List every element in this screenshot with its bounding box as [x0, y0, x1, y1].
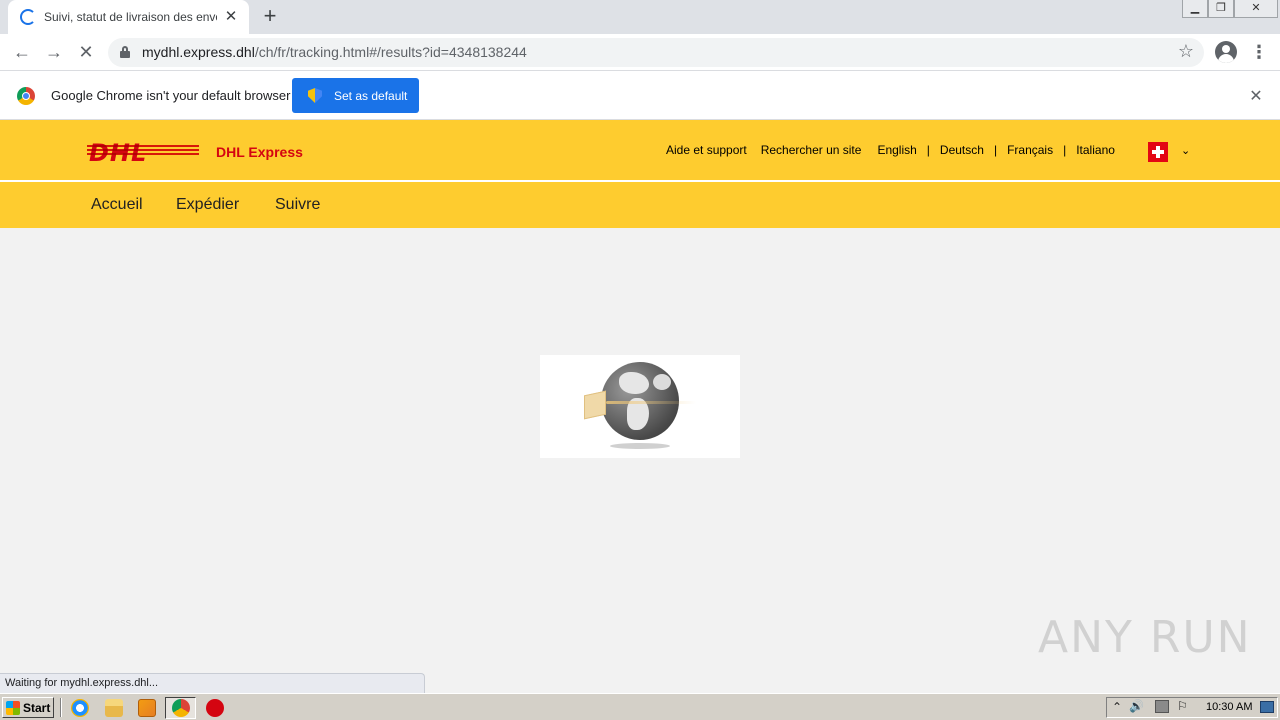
taskbar-clock[interactable]: 10:30 AM	[1206, 701, 1252, 713]
parcel-box-icon	[584, 390, 606, 420]
chrome-menu-button[interactable]: ⋮	[1250, 40, 1268, 64]
nav-expedier[interactable]: Expédier	[176, 196, 239, 214]
action-center-flag-icon[interactable]: ⚐	[1177, 699, 1188, 713]
set-as-default-button[interactable]: Set as default	[292, 78, 419, 113]
infobar-message: Google Chrome isn't your default browser	[51, 88, 291, 103]
windows-taskbar: Start ⌃ 🔊 ⚐ 10:30 AM	[0, 693, 1280, 720]
loading-animation	[540, 355, 740, 458]
separator: |	[1063, 143, 1067, 157]
new-tab-button[interactable]: +	[258, 5, 282, 29]
start-button[interactable]: Start	[2, 697, 54, 718]
dhl-express-brand[interactable]: DHL Express	[216, 144, 303, 160]
opera-icon[interactable]	[206, 699, 224, 717]
media-player-icon[interactable]	[138, 699, 156, 717]
chrome-icon	[172, 699, 190, 717]
internet-explorer-icon[interactable]	[71, 699, 89, 717]
find-site-link[interactable]: Rechercher un site	[761, 143, 862, 157]
dhl-header: DHL DHL Express Aide et support Recherch…	[0, 120, 1280, 180]
dhl-main-nav: Accueil Expédier Suivre	[0, 182, 1280, 228]
status-bubble: Waiting for mydhl.express.dhl...	[0, 673, 425, 693]
uac-shield-icon	[308, 88, 322, 103]
window-controls: ▁ ❐ ✕	[1182, 0, 1278, 18]
show-desktop-icon[interactable]	[1260, 701, 1274, 713]
windows-logo-icon	[6, 700, 20, 715]
url-host: mydhl.express.dhl	[142, 44, 255, 60]
chrome-logo-icon	[17, 87, 35, 105]
lang-italiano-link[interactable]: Italiano	[1076, 143, 1115, 157]
anyrun-watermark: ANY RUN	[1038, 612, 1252, 663]
separator: |	[993, 143, 998, 157]
separator: |	[926, 143, 930, 157]
chevron-down-icon[interactable]: ⌄	[1181, 144, 1190, 157]
network-icon[interactable]	[1155, 700, 1169, 713]
file-explorer-icon[interactable]	[105, 699, 123, 717]
bookmark-star-icon[interactable]: ☆	[1178, 41, 1194, 62]
back-button[interactable]: ←	[10, 40, 34, 64]
forward-button[interactable]: →	[42, 40, 66, 64]
dhl-logo-stripes	[87, 145, 199, 157]
url-text[interactable]: mydhl.express.dhl/ch/fr/tracking.html#/r…	[142, 44, 527, 60]
address-bar[interactable]: mydhl.express.dhl/ch/fr/tracking.html#/r…	[108, 38, 1204, 67]
lang-english-link[interactable]: English	[877, 143, 916, 157]
default-browser-infobar: Google Chrome isn't your default browser…	[0, 71, 1280, 120]
infobar-close-icon[interactable]: ✕	[1247, 86, 1265, 106]
set-as-default-label: Set as default	[334, 88, 408, 103]
nav-accueil[interactable]: Accueil	[91, 196, 143, 214]
tab-close-icon[interactable]: ✕	[223, 9, 239, 25]
profile-avatar-icon[interactable]	[1215, 41, 1237, 63]
lang-francais-link[interactable]: Français	[1007, 143, 1053, 157]
lang-deutsch-link[interactable]: Deutsch	[940, 143, 984, 157]
browser-toolbar: ← → ✕ mydhl.express.dhl/ch/fr/tracking.h…	[0, 34, 1280, 71]
url-path: /ch/fr/tracking.html#/results?id=4348138…	[254, 44, 527, 60]
tab-strip: Suivi, statut de livraison des envois D …	[0, 0, 1280, 34]
taskbar-separator	[60, 698, 62, 717]
close-window-button[interactable]: ✕	[1234, 0, 1278, 18]
chrome-taskbar-button[interactable]	[165, 697, 196, 719]
nav-suivre[interactable]: Suivre	[275, 196, 320, 214]
browser-tab[interactable]: Suivi, statut de livraison des envois D …	[8, 0, 249, 34]
restore-button[interactable]: ❐	[1208, 0, 1234, 18]
tab-title: Suivi, statut de livraison des envois D	[44, 10, 217, 24]
tray-expand-icon[interactable]: ⌃	[1112, 700, 1122, 714]
header-links: Aide et support Rechercher un site Engli…	[666, 143, 1115, 157]
volume-icon[interactable]: 🔊	[1129, 699, 1144, 713]
globe-shadow	[610, 443, 670, 449]
dhl-logo[interactable]: DHL	[87, 139, 199, 167]
loading-spinner-icon	[20, 9, 36, 25]
start-label: Start	[23, 700, 51, 715]
swiss-flag-icon[interactable]	[1148, 142, 1168, 162]
stop-loading-button[interactable]: ✕	[74, 40, 98, 64]
help-support-link[interactable]: Aide et support	[666, 143, 747, 157]
minimize-button[interactable]: ▁	[1182, 0, 1208, 18]
parcel-trail	[606, 401, 696, 404]
lock-icon[interactable]	[120, 46, 130, 58]
